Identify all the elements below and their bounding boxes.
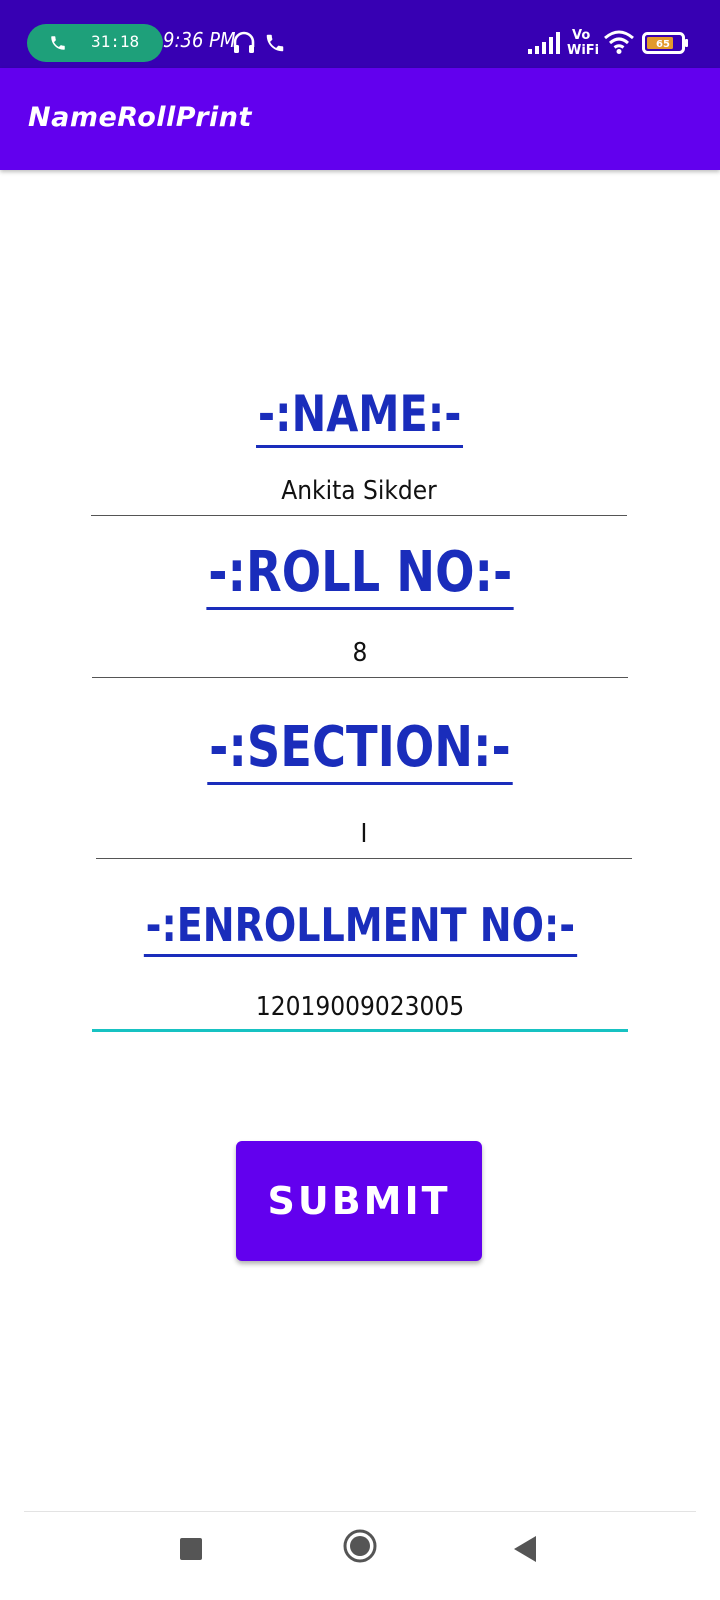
enrollment-no-label: -:ENROLLMENT NO:- <box>0 898 720 957</box>
call-timer: 31:18 <box>91 32 140 51</box>
battery-level: 65 <box>656 39 670 50</box>
name-field[interactable]: Ankita Sikder <box>91 470 627 516</box>
submit-button[interactable]: SUBMIT <box>236 1141 482 1261</box>
phone-icon <box>266 34 284 52</box>
headset-icon <box>233 31 255 53</box>
navigation-bar <box>0 1512 720 1600</box>
phone-icon <box>51 36 65 50</box>
status-bar: 31:18 9:36 PM Vo WiFi 65 <box>0 0 720 68</box>
signal-icon <box>528 32 560 54</box>
app-bar: NameRollPrint <box>0 68 720 170</box>
section-label: -:SECTION:- <box>0 715 720 785</box>
home-icon[interactable] <box>342 1528 378 1564</box>
wifi-icon <box>604 30 634 54</box>
roll-no-field[interactable]: 8 <box>92 632 628 678</box>
name-label: -:NAME:- <box>0 385 720 448</box>
back-icon[interactable] <box>512 1534 538 1564</box>
status-clock: 9:36 PM <box>163 28 236 52</box>
svg-text:Vo: Vo <box>572 28 590 43</box>
recents-icon[interactable] <box>178 1536 204 1562</box>
enrollment-no-field[interactable]: 12019009023005 <box>92 986 628 1032</box>
ongoing-call-chip[interactable]: 31:18 <box>27 24 163 62</box>
vowifi-icon: Vo WiFi <box>567 28 599 56</box>
section-field[interactable]: I <box>96 813 632 859</box>
roll-no-label: -:ROLL NO:- <box>0 540 720 610</box>
svg-text:WiFi: WiFi <box>567 43 599 56</box>
battery-icon: 65 <box>642 32 688 54</box>
app-title: NameRollPrint <box>28 102 252 133</box>
